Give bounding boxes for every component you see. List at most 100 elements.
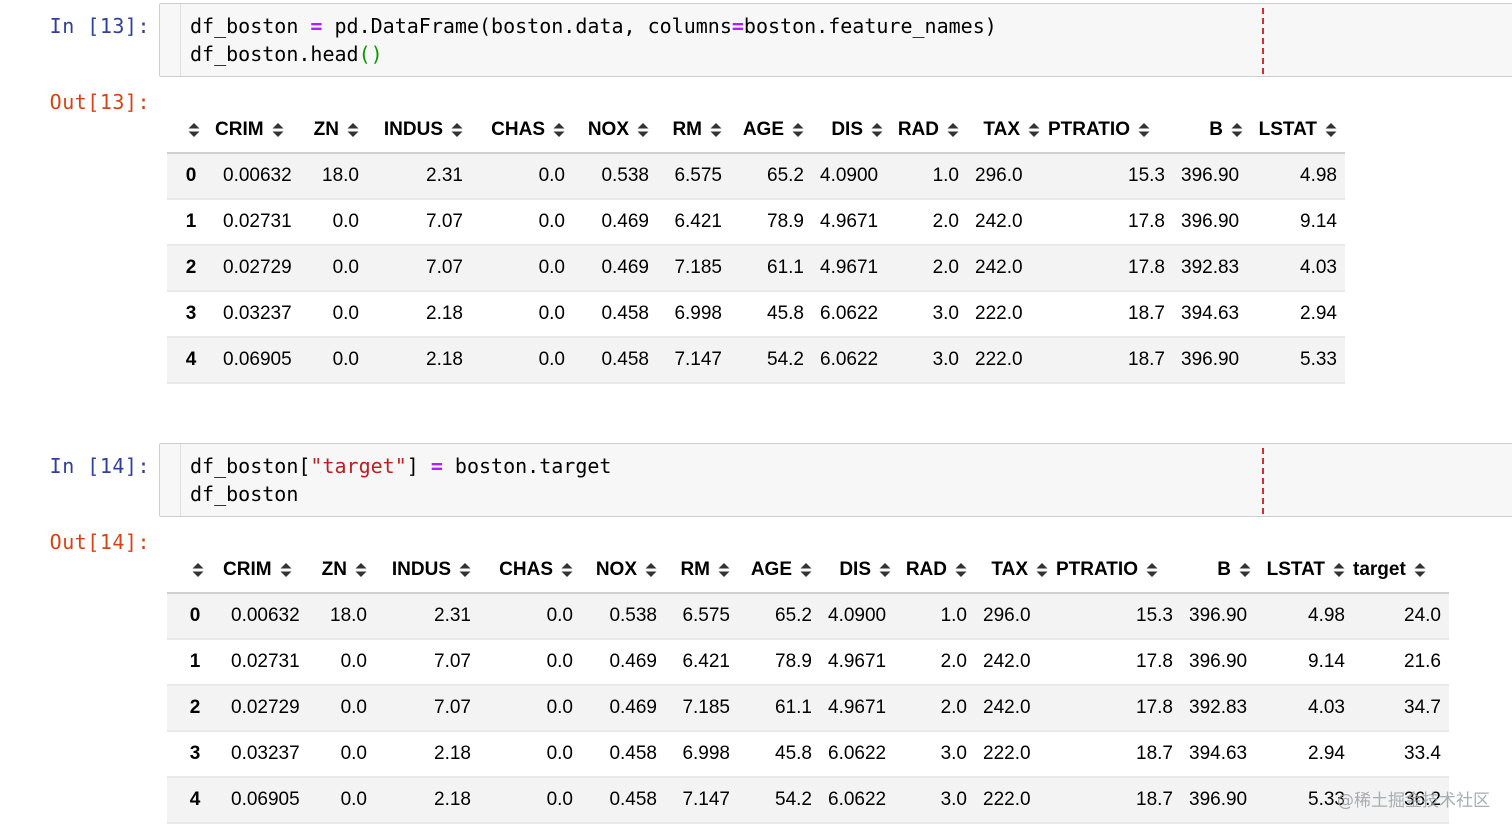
output-prompt-13: Out[13]: [49, 90, 150, 114]
sort-icon[interactable] [1333, 562, 1345, 577]
column-header-tax[interactable]: TAX [975, 548, 1056, 594]
column-header-ptratio[interactable]: PTRATIO [1048, 108, 1173, 154]
code-editor-14[interactable]: df_boston["target"] = boston.target df_b… [180, 444, 1512, 516]
table-cell: 0.458 [581, 731, 665, 778]
table-cell: 18.0 [305, 593, 375, 640]
column-header-rad[interactable]: RAD [891, 108, 967, 154]
row-index: 2 [167, 685, 223, 732]
row-index: 4 [167, 337, 215, 384]
column-header-rm[interactable]: RM [665, 548, 738, 594]
sort-icon[interactable] [1028, 122, 1040, 137]
table-cell: 0.0 [471, 245, 573, 292]
sort-icon[interactable] [1325, 122, 1337, 137]
sort-icon[interactable] [718, 562, 730, 577]
sort-icon[interactable] [947, 122, 959, 137]
table-cell: 17.8 [1048, 245, 1173, 292]
sort-icon[interactable] [955, 562, 967, 577]
column-header-dis[interactable]: DIS [812, 108, 891, 154]
table-cell: 396.90 [1181, 593, 1259, 640]
code-cell-14[interactable]: df_boston["target"] = boston.target df_b… [159, 443, 1512, 517]
column-header-rm[interactable]: RM [657, 108, 730, 154]
table-cell: 396.90 [1173, 153, 1251, 200]
column-header-rad[interactable]: RAD [899, 548, 975, 594]
sort-icon[interactable] [871, 122, 883, 137]
table-cell: 392.83 [1181, 685, 1259, 732]
sort-icon[interactable] [1239, 562, 1251, 577]
column-header-chas[interactable]: CHAS [479, 548, 581, 594]
table-cell: 0.0 [471, 153, 573, 200]
sort-icon[interactable] [561, 562, 573, 577]
table-cell: 24.0 [1353, 593, 1449, 640]
column-header-b[interactable]: B [1173, 108, 1251, 154]
sort-icon[interactable] [1036, 562, 1048, 577]
sort-icon[interactable] [188, 122, 200, 137]
column-header-label: DIS [831, 119, 863, 140]
table-cell: 0.0 [479, 685, 581, 732]
column-header-lstat[interactable]: LSTAT [1251, 108, 1345, 154]
sort-icon[interactable] [355, 562, 367, 577]
index-header[interactable] [167, 548, 223, 594]
table-cell: 1.0 [891, 153, 967, 200]
sort-icon[interactable] [879, 562, 891, 577]
column-header-zn[interactable]: ZN [305, 548, 375, 594]
table-cell: 394.63 [1173, 291, 1251, 338]
sort-icon[interactable] [1146, 562, 1158, 577]
table-cell: 0.00632 [215, 153, 297, 200]
code-token: "target" [310, 454, 407, 478]
column-header-indus[interactable]: INDUS [367, 108, 471, 154]
dataframe-table-13: CRIM ZN INDUS CHAS NOX RM AGE DIS RAD TAX PTRATIO B… [167, 108, 1345, 384]
sort-icon[interactable] [459, 562, 471, 577]
column-header-crim[interactable]: CRIM [215, 108, 297, 154]
sort-icon[interactable] [800, 562, 812, 577]
code-editor-13[interactable]: df_boston = pd.DataFrame(boston.data, co… [180, 4, 1512, 76]
table-cell: 0.0 [305, 731, 375, 778]
table-cell: 2.0 [899, 685, 975, 732]
table-cell: 242.0 [975, 685, 1056, 732]
column-header-tax[interactable]: TAX [967, 108, 1048, 154]
column-header-label: ZN [321, 559, 347, 580]
column-header-label: DIS [839, 559, 871, 580]
table-cell: 3.0 [899, 731, 975, 778]
index-header[interactable] [167, 108, 215, 154]
column-header-chas[interactable]: CHAS [471, 108, 573, 154]
table-cell: 9.14 [1259, 639, 1353, 686]
code-cell-13[interactable]: df_boston = pd.DataFrame(boston.data, co… [159, 3, 1512, 77]
sort-icon[interactable] [1231, 122, 1243, 137]
table-cell: 2.18 [375, 777, 479, 824]
column-header-dis[interactable]: DIS [820, 548, 899, 594]
column-header-age[interactable]: AGE [738, 548, 820, 594]
table-cell: 15.3 [1056, 593, 1181, 640]
table-cell: 21.6 [1353, 639, 1449, 686]
sort-icon[interactable] [553, 122, 565, 137]
table-cell: 0.0 [479, 639, 581, 686]
sort-icon[interactable] [637, 122, 649, 137]
column-header-lstat[interactable]: LSTAT [1259, 548, 1353, 594]
column-header-crim[interactable]: CRIM [223, 548, 305, 594]
sort-icon[interactable] [1414, 562, 1426, 577]
sort-icon[interactable] [1138, 122, 1150, 137]
sort-icon[interactable] [710, 122, 722, 137]
column-header-indus[interactable]: INDUS [375, 548, 479, 594]
column-header-label: CHAS [499, 559, 553, 580]
table-cell: 4.0900 [820, 593, 899, 640]
sort-icon[interactable] [280, 562, 292, 577]
column-header-target[interactable]: target [1353, 548, 1449, 594]
table-cell: 7.07 [367, 199, 471, 246]
table-cell: 2.0 [899, 639, 975, 686]
sort-icon[interactable] [347, 122, 359, 137]
column-header-zn[interactable]: ZN [297, 108, 367, 154]
column-header-label: LSTAT [1258, 119, 1317, 140]
dataframe-table-14: CRIM ZN INDUS CHAS NOX RM AGE DIS RAD TAX PTRATIO B… [167, 548, 1449, 824]
column-header-nox[interactable]: NOX [573, 108, 657, 154]
sort-icon[interactable] [792, 122, 804, 137]
sort-icon[interactable] [451, 122, 463, 137]
column-header-label: RM [680, 559, 710, 580]
column-header-age[interactable]: AGE [730, 108, 812, 154]
sort-icon[interactable] [645, 562, 657, 577]
sort-icon[interactable] [272, 122, 284, 137]
column-header-ptratio[interactable]: PTRATIO [1056, 548, 1181, 594]
sort-icon[interactable] [192, 562, 204, 577]
column-header-nox[interactable]: NOX [581, 548, 665, 594]
column-header-label: CRIM [215, 119, 264, 140]
column-header-b[interactable]: B [1181, 548, 1259, 594]
